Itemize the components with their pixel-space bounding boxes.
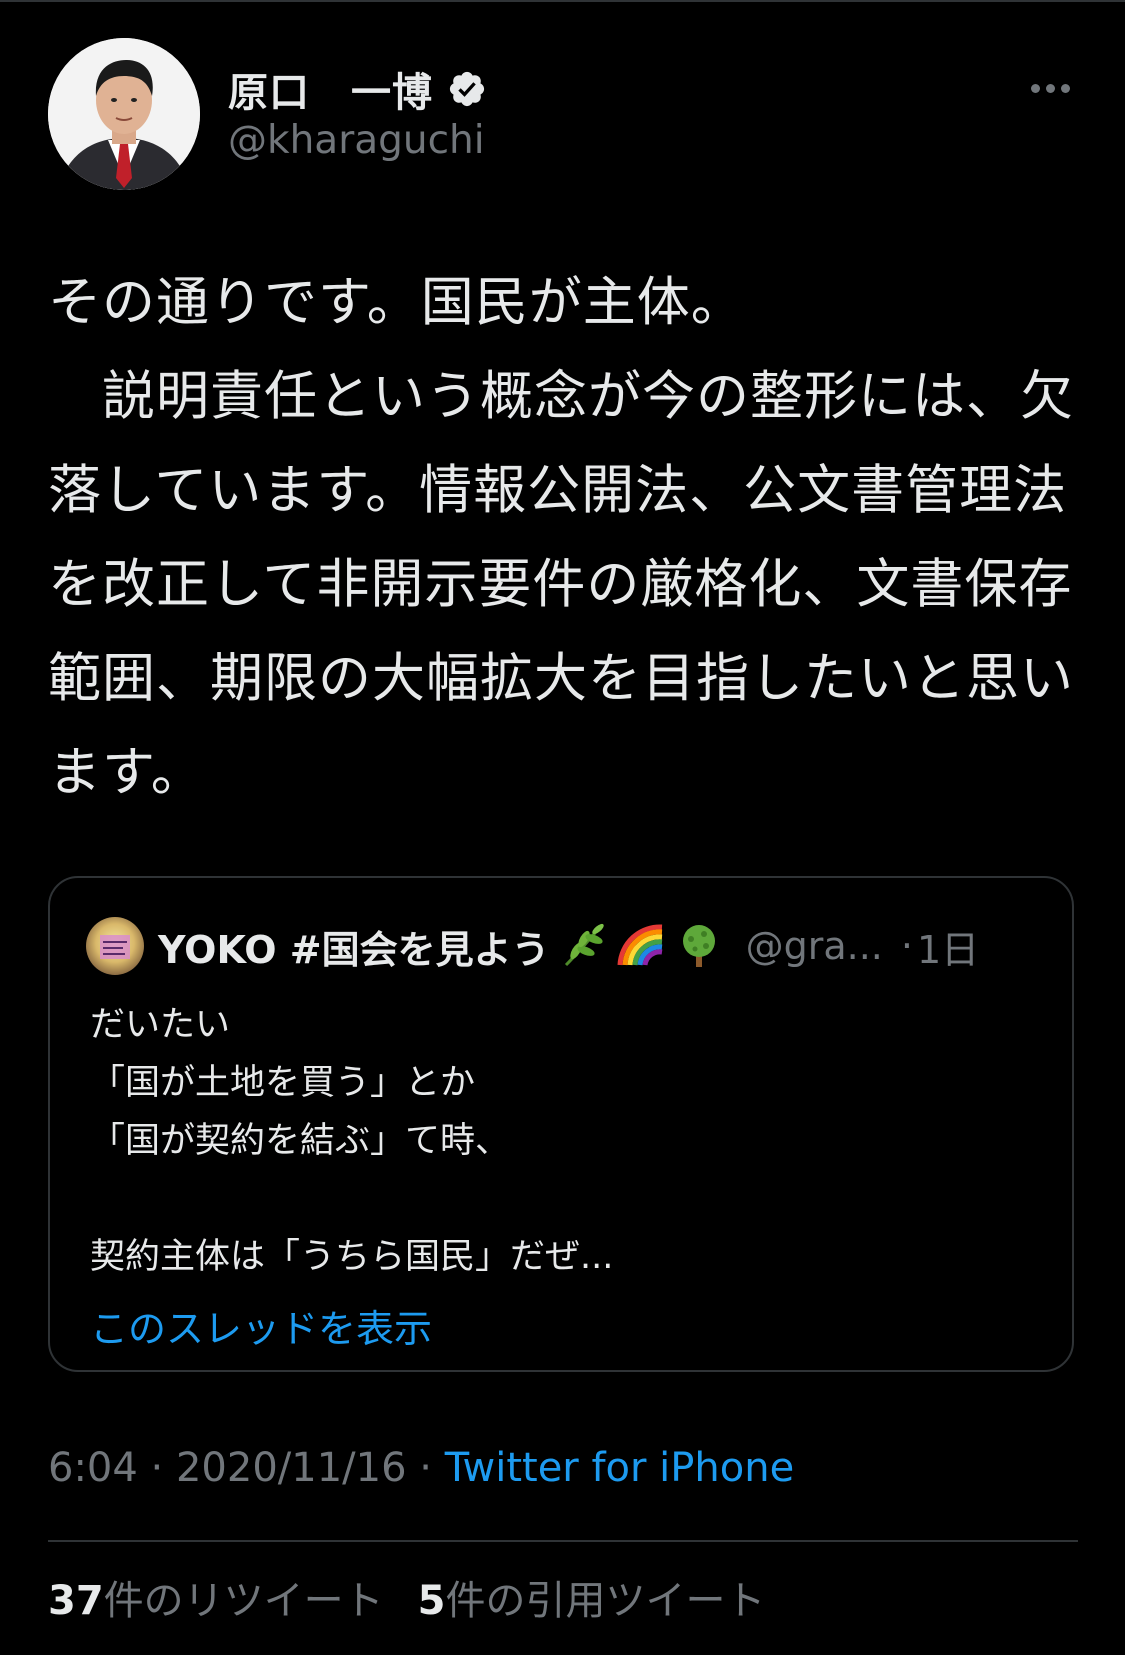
quoted-timestamp: 1日 xyxy=(916,927,980,972)
tweet-time: 6:04 xyxy=(48,1445,138,1491)
quoted-tweet-text: だいたい 「国が土地を買う」とか 「国が契約を結ぶ」て時、 契約主体は「うちら国… xyxy=(90,1005,614,1277)
display-name[interactable]: 原口 一博 xyxy=(228,60,433,118)
meta-separator: · xyxy=(150,1445,164,1491)
top-divider xyxy=(0,0,1125,2)
author-name-row[interactable]: 原口 一博 xyxy=(228,62,487,116)
quotes-label: 件の引用ツイート xyxy=(445,1578,766,1624)
retweets-label: 件のリツイート xyxy=(103,1578,384,1624)
show-thread-link[interactable]: このスレッドを表示 xyxy=(90,1298,432,1353)
meta-separator-2: · xyxy=(419,1445,432,1491)
retweets-stat[interactable]: 37件のリツイート xyxy=(48,1578,384,1624)
tweet-text: その通りです。国民が主体。 説明責任という概念が今の整形には、欠落しています。情… xyxy=(48,272,1074,803)
quoted-avatar xyxy=(86,917,144,975)
quotes-stat[interactable]: 5件の引用ツイート xyxy=(418,1578,766,1624)
quoted-tweet-header: YOKO #国会を見よう @gra... · 1日 xyxy=(86,914,979,978)
more-icon[interactable] xyxy=(1020,70,1080,106)
tweet-source-link[interactable]: Twitter for iPhone xyxy=(445,1445,795,1491)
quoted-separator: · xyxy=(900,924,913,968)
tweet-date[interactable]: 2020/11/16 xyxy=(176,1445,407,1491)
avatar[interactable] xyxy=(48,38,200,190)
retweets-count: 37 xyxy=(48,1578,104,1624)
stats-divider xyxy=(48,1540,1078,1542)
herb-emoji-icon xyxy=(558,921,608,971)
quoted-tweet-card[interactable]: YOKO #国会を見よう @gra... · 1日 だいたい 「国が土地を買う」… xyxy=(48,876,1074,1372)
verified-badge-icon xyxy=(449,71,485,107)
quoted-display-name: YOKO #国会を見よう xyxy=(158,927,550,972)
tweet-meta: 6:04 · 2020/11/16 · Twitter for iPhone xyxy=(48,1445,794,1491)
rainbow-emoji-icon xyxy=(616,921,666,971)
tweet-stats: 37件のリツイート 5件の引用ツイート xyxy=(48,1568,766,1626)
author-handle[interactable]: @kharaguchi xyxy=(228,118,485,163)
quotes-count: 5 xyxy=(417,1578,446,1624)
tree-emoji-icon xyxy=(674,921,724,971)
quoted-handle: @gra... xyxy=(745,924,883,968)
